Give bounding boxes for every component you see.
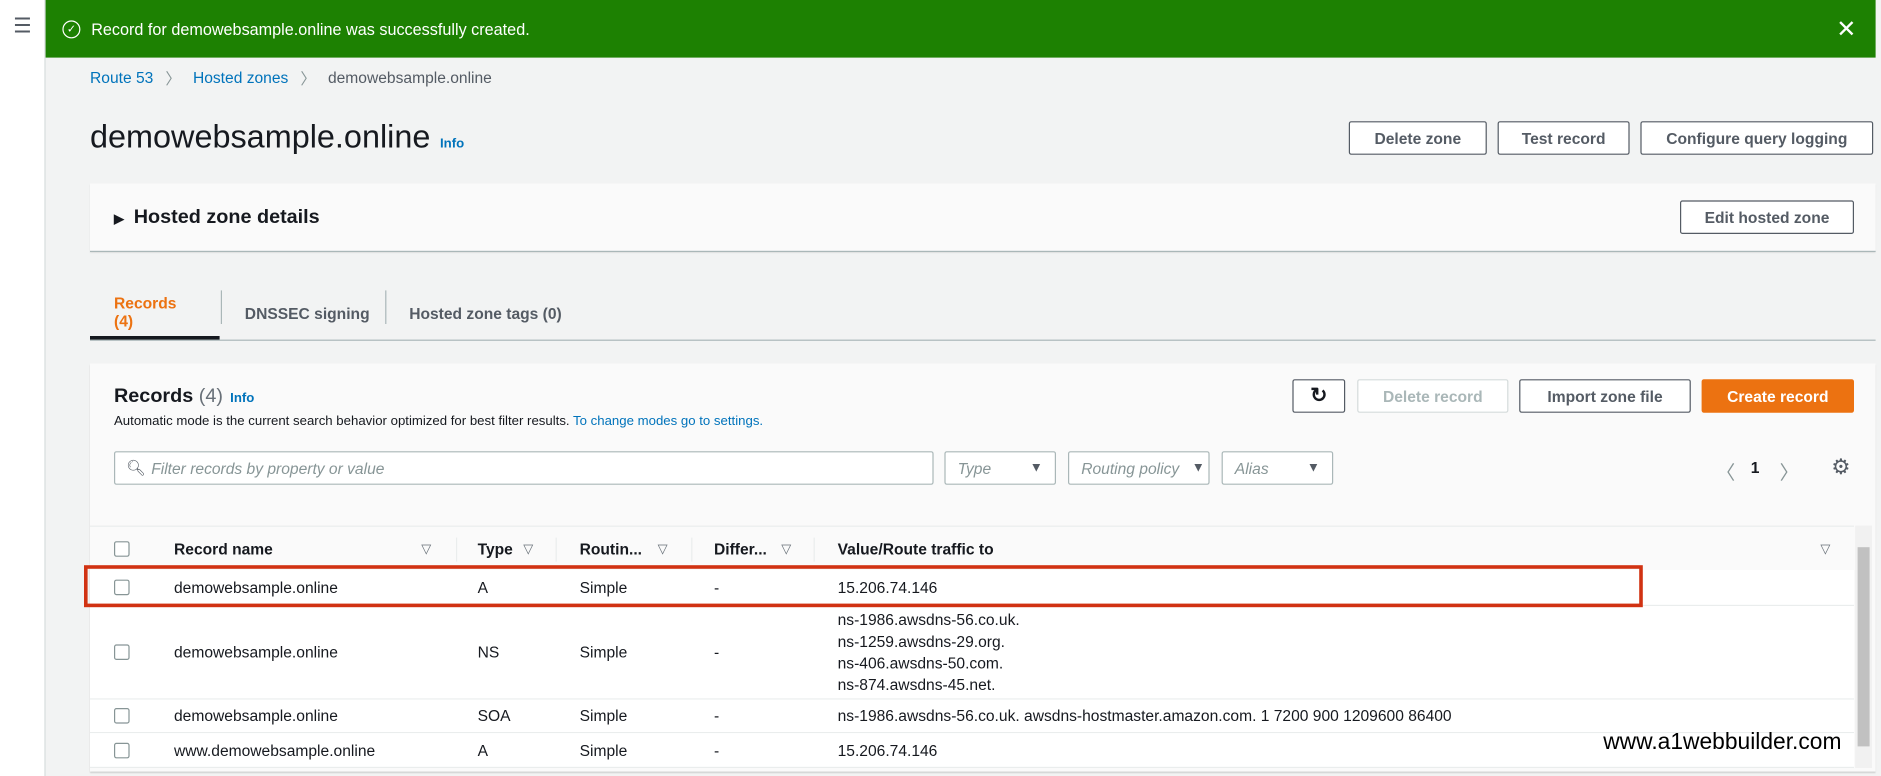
record-value: ns-1259.awsdns-29.org.: [837, 632, 1005, 651]
gear-icon[interactable]: ⚙: [1831, 455, 1850, 480]
hosted-zone-details-toggle[interactable]: ▶ Hosted zone details: [114, 206, 320, 229]
filter-records-input[interactable]: 🔍︎ Filter records by property or value: [114, 451, 934, 485]
highlight-box: [84, 565, 1643, 608]
breadcrumb-route53[interactable]: Route 53: [90, 68, 153, 86]
record-value: ns-1986.awsdns-56.co.uk. awsdns-hostmast…: [837, 706, 1452, 725]
record-type: A: [477, 741, 489, 759]
delete-zone-button[interactable]: Delete zone: [1348, 121, 1487, 155]
info-link[interactable]: Info: [230, 391, 254, 405]
type-filter-label: Type: [957, 459, 992, 478]
table-row[interactable]: demowebsample.online NS Simple - ns-1986.aws…: [90, 606, 1855, 700]
hamburger-menu-icon[interactable]: ☰: [13, 14, 31, 38]
record-routing: Simple: [579, 741, 628, 759]
chevron-right-icon: 〉: [165, 69, 181, 88]
tabs: Records (4) DNSSEC signing Hosted zone t…: [90, 288, 1876, 341]
search-icon: 🔍︎: [126, 458, 146, 477]
type-filter-select[interactable]: Type ▼: [944, 451, 1056, 485]
records-heading: Records (4) Info: [114, 385, 254, 408]
routing-policy-filter-select[interactable]: Routing policy ▼: [1068, 451, 1210, 485]
record-routing: Simple: [579, 643, 628, 662]
create-record-button[interactable]: Create record: [1701, 379, 1855, 413]
delete-record-button[interactable]: Delete record: [1357, 379, 1509, 413]
breadcrumb: Route 53 〉 Hosted zones 〉 demowebsample.…: [90, 66, 492, 89]
tab-records[interactable]: Records (4): [90, 288, 220, 340]
sort-icon[interactable]: ▽: [523, 541, 533, 556]
next-page-icon[interactable]: 〉: [1780, 456, 1799, 485]
import-zone-file-button[interactable]: Import zone file: [1519, 379, 1691, 413]
record-type: NS: [477, 643, 500, 662]
record-value: ns-406.awsdns-50.com.: [837, 654, 1004, 672]
caret-right-icon: ▶: [114, 212, 125, 227]
col-value[interactable]: Value/Route traffic to: [838, 540, 994, 558]
row-checkbox[interactable]: [114, 644, 130, 660]
settings-link[interactable]: To change modes go to settings.: [573, 414, 763, 428]
test-record-button[interactable]: Test record: [1497, 121, 1630, 155]
record-value: ns-1986.awsdns-56.co.uk.: [837, 610, 1020, 629]
col-differentiator[interactable]: Differ...: [714, 540, 767, 558]
row-checkbox[interactable]: [114, 708, 130, 724]
info-link[interactable]: Info: [440, 137, 464, 151]
details-title: Hosted zone details: [133, 206, 320, 229]
sort-icon[interactable]: ▽: [658, 541, 668, 556]
col-record-name[interactable]: Record name: [174, 540, 273, 558]
subtitle-text: Automatic mode is the current search beh…: [114, 414, 570, 429]
col-type[interactable]: Type: [478, 540, 513, 558]
records-title: Records: [114, 385, 194, 407]
routing-filter-label: Routing policy: [1081, 459, 1180, 478]
title-text: demowebsample.online: [90, 118, 431, 155]
success-banner: ✓ Record for demowebsample.online was su…: [45, 0, 1876, 58]
record-differentiator: -: [714, 741, 720, 759]
breadcrumb-hosted-zones[interactable]: Hosted zones: [193, 68, 288, 86]
record-differentiator: -: [714, 643, 720, 662]
caret-down-icon: ▼: [1029, 460, 1043, 476]
breadcrumb-current: demowebsample.online: [327, 68, 492, 87]
sort-icon[interactable]: ▽: [781, 541, 791, 556]
caret-down-icon: ▼: [1191, 460, 1205, 476]
check-circle-icon: ✓: [62, 19, 81, 38]
alias-filter-label: Alias: [1234, 459, 1269, 478]
refresh-icon[interactable]: ↻: [1292, 379, 1346, 413]
scrollbar[interactable]: [1855, 525, 1873, 768]
alias-filter-select[interactable]: Alias ▼: [1221, 451, 1334, 485]
record-routing: Simple: [579, 706, 628, 725]
filter-placeholder: Filter records by property or value: [151, 459, 385, 478]
chevron-right-icon: 〉: [300, 69, 316, 88]
record-differentiator: -: [714, 706, 720, 725]
table-row[interactable]: www.demowebsample.online A Simple - 15.206.7…: [90, 733, 1855, 768]
banner-message: Record for demowebsample.online was succ…: [91, 19, 530, 38]
watermark: www.a1webbuilder.com: [1603, 729, 1842, 755]
side-nav: ☰: [0, 0, 46, 776]
edit-hosted-zone-button[interactable]: Edit hosted zone: [1680, 200, 1855, 235]
record-name: demowebsample.online: [174, 706, 338, 725]
hosted-zone-details-panel: ▶ Hosted zone details Edit hosted zone: [90, 183, 1876, 253]
page-title: demowebsample.online Info: [90, 119, 464, 156]
record-value: ns-874.awsdns-45.net.: [837, 675, 996, 694]
table-row[interactable]: demowebsample.online SOA Simple - ns-1986.aw…: [90, 699, 1855, 734]
sort-icon[interactable]: ▽: [1820, 541, 1830, 556]
record-value: 15.206.74.146: [837, 741, 938, 759]
select-all-checkbox[interactable]: [114, 541, 130, 557]
row-checkbox[interactable]: [114, 742, 130, 758]
sort-icon[interactable]: ▽: [421, 541, 431, 556]
prev-page-icon[interactable]: 〈: [1716, 456, 1735, 485]
tab-hosted-zone-tags[interactable]: Hosted zone tags (0): [385, 288, 586, 340]
record-name: demowebsample.online: [174, 643, 338, 662]
tab-dnssec-signing[interactable]: DNSSEC signing: [221, 288, 394, 340]
record-name: www.demowebsample.online: [174, 741, 376, 759]
col-routing[interactable]: Routin...: [580, 540, 642, 558]
caret-down-icon: ▼: [1306, 460, 1320, 476]
record-type: SOA: [477, 706, 511, 725]
configure-query-logging-button[interactable]: Configure query logging: [1640, 121, 1874, 155]
page-number[interactable]: 1: [1751, 458, 1760, 476]
records-count: (4): [198, 385, 223, 407]
close-icon[interactable]: ✕: [1836, 14, 1856, 44]
records-subtitle: Automatic mode is the current search beh…: [114, 414, 763, 428]
